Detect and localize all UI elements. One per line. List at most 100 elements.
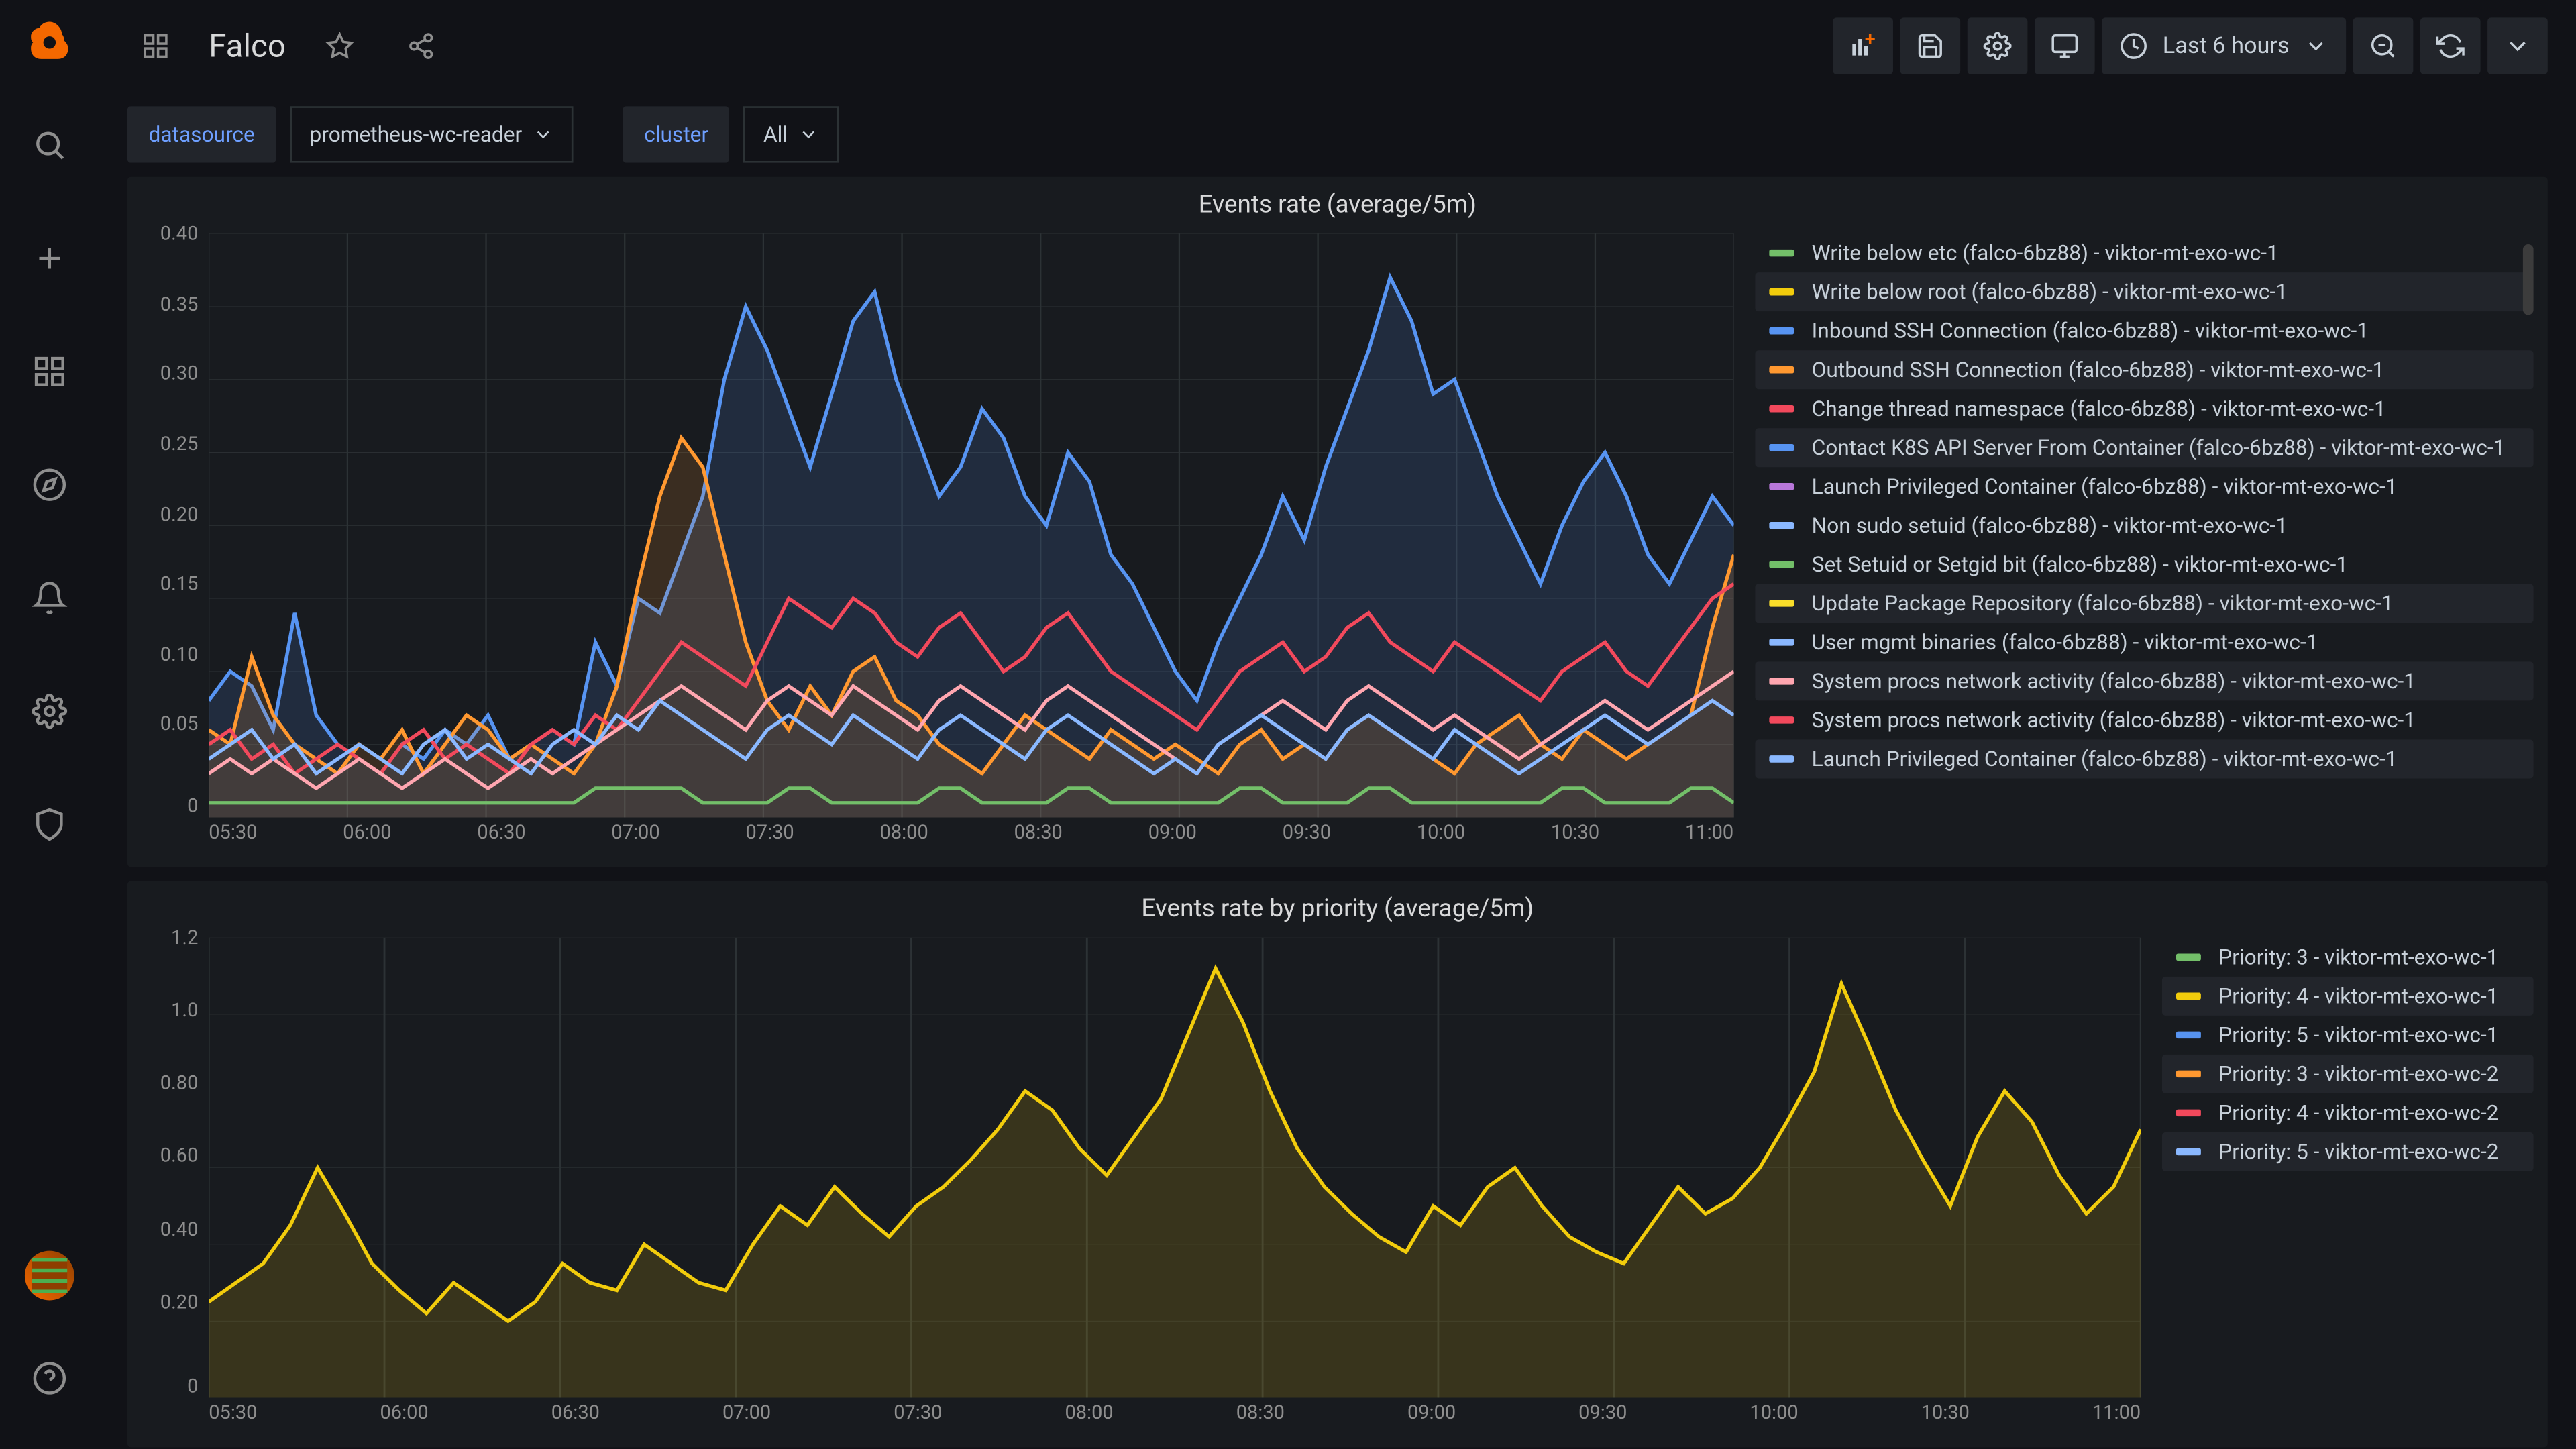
legend-label: System procs network activity (falco-6bz… — [1812, 669, 2416, 694]
legend-item[interactable]: Contact K8S API Server From Container (f… — [1755, 428, 2533, 467]
legend-swatch — [2176, 993, 2201, 1000]
legend-item[interactable]: Priority: 5 - viktor-mt-exo-wc-2 — [2162, 1132, 2534, 1171]
legend-swatch — [1769, 716, 1794, 724]
legend-item[interactable]: User mgmt binaries (falco-6bz88) - vikto… — [1755, 623, 2533, 661]
time-range-label: Last 6 hours — [2163, 33, 2290, 60]
legend-item[interactable]: Priority: 5 - viktor-mt-exo-wc-1 — [2162, 1016, 2534, 1055]
chevron-down-icon — [798, 124, 820, 146]
legend-swatch — [1769, 327, 1794, 335]
alerting-icon[interactable] — [14, 563, 85, 633]
var-cluster-value[interactable]: All — [744, 106, 839, 162]
legend-item[interactable]: Write below etc (falco-6bz88) - viktor-m… — [1755, 233, 2533, 272]
legend-item[interactable]: System procs network activity (falco-6bz… — [1755, 661, 2533, 700]
legend-label: Launch Privileged Container (falco-6bz88… — [1812, 474, 2398, 499]
legend-swatch — [1769, 366, 1794, 374]
legend-label: Write below etc (falco-6bz88) - viktor-m… — [1812, 241, 2279, 266]
save-button[interactable] — [1900, 17, 1961, 74]
explore-icon[interactable] — [14, 449, 85, 520]
settings-button[interactable] — [1968, 17, 2029, 74]
legend-item[interactable]: Priority: 3 - viktor-mt-exo-wc-2 — [2162, 1055, 2534, 1093]
legend-item[interactable]: Outbound SSH Connection (falco-6bz88) - … — [1755, 350, 2533, 389]
plus-icon[interactable] — [14, 223, 85, 293]
refresh-interval-button[interactable] — [2487, 17, 2548, 74]
star-icon[interactable] — [311, 17, 367, 74]
legend-label: Outbound SSH Connection (falco-6bz88) - … — [1812, 358, 2385, 382]
legend-swatch — [1769, 444, 1794, 451]
monitor-button[interactable] — [2035, 17, 2096, 74]
var-datasource-label: datasource — [127, 106, 276, 162]
legend-label: User mgmt binaries (falco-6bz88) - vikto… — [1812, 630, 2318, 655]
legend-label: Priority: 4 - viktor-mt-exo-wc-2 — [2218, 1100, 2498, 1125]
legend-label: Set Setuid or Setgid bit (falco-6bz88) -… — [1812, 552, 2348, 577]
panel-title: Events rate (average/5m) — [127, 177, 2548, 227]
add-panel-button[interactable] — [1833, 17, 1894, 74]
legend-label: Contact K8S API Server From Container (f… — [1812, 435, 2506, 460]
legend-swatch — [1769, 678, 1794, 685]
refresh-button[interactable] — [2420, 17, 2481, 74]
chart-events-by-priority[interactable]: 1.21.00.800.600.400.200 05:3006:0006:300… — [142, 938, 2141, 1433]
legend-label: System procs network activity (falco-6bz… — [1812, 708, 2416, 733]
panel-events-rate: Events rate (average/5m) 0.400.350.300.2… — [127, 177, 2548, 867]
time-range-picker[interactable]: Last 6 hours — [2102, 17, 2346, 74]
legend-swatch — [1769, 405, 1794, 413]
legend-item[interactable]: Launch Privileged Container (falco-6bz88… — [1755, 739, 2533, 778]
legend-item[interactable]: Priority: 4 - viktor-mt-exo-wc-2 — [2162, 1093, 2534, 1132]
legend-events-by-priority: Priority: 3 - viktor-mt-exo-wc-1 Priority… — [2162, 938, 2534, 1433]
legend-swatch — [2176, 1110, 2201, 1117]
scrollbar[interactable] — [2523, 244, 2534, 315]
legend-item[interactable]: Priority: 3 - viktor-mt-exo-wc-1 — [2162, 938, 2534, 977]
legend-swatch — [2176, 1071, 2201, 1078]
legend-label: Write below root (falco-6bz88) - viktor-… — [1812, 280, 2288, 305]
legend-swatch — [1769, 639, 1794, 646]
chevron-down-icon — [2304, 34, 2328, 58]
legend-label: Inbound SSH Connection (falco-6bz88) - v… — [1812, 319, 2369, 343]
sidebar — [0, 0, 99, 1449]
legend-item[interactable]: System procs network activity (falco-6bz… — [1755, 700, 2533, 739]
legend-swatch — [2176, 954, 2201, 961]
chevron-down-icon — [533, 124, 554, 146]
legend-label: Priority: 3 - viktor-mt-exo-wc-2 — [2218, 1061, 2498, 1086]
legend-swatch — [1769, 755, 1794, 763]
legend-item[interactable]: Change thread namespace (falco-6bz88) - … — [1755, 389, 2533, 428]
panel-events-by-priority: Events rate by priority (average/5m) 1.2… — [127, 881, 2548, 1447]
chart-events-rate[interactable]: 0.400.350.300.250.200.150.100.050 05:300… — [142, 233, 1734, 853]
legend-label: Priority: 4 - viktor-mt-exo-wc-1 — [2218, 983, 2498, 1008]
legend-item[interactable]: Set Setuid or Setgid bit (falco-6bz88) -… — [1755, 545, 2533, 584]
legend-label: Non sudo setuid (falco-6bz88) - viktor-m… — [1812, 513, 2288, 538]
configuration-icon[interactable] — [14, 676, 85, 746]
legend-label: Priority: 3 - viktor-mt-exo-wc-1 — [2218, 945, 2498, 969]
legend-item[interactable]: Non sudo setuid (falco-6bz88) - viktor-m… — [1755, 506, 2533, 545]
var-datasource-value[interactable]: prometheus-wc-reader — [290, 106, 574, 162]
legend-item[interactable]: Update Package Repository (falco-6bz88) … — [1755, 584, 2533, 623]
panel-title: Events rate by priority (average/5m) — [127, 881, 2548, 930]
shield-icon[interactable] — [14, 789, 85, 859]
zoom-out-button[interactable] — [2353, 17, 2414, 74]
legend-events-rate: Write below etc (falco-6bz88) - viktor-m… — [1755, 233, 2533, 853]
grafana-logo[interactable] — [25, 17, 74, 67]
help-icon[interactable] — [14, 1343, 85, 1413]
legend-swatch — [1769, 522, 1794, 529]
var-cluster: cluster — [623, 106, 730, 162]
dashboards-icon[interactable] — [14, 336, 85, 407]
topbar: Falco Last 6 hours — [99, 0, 2576, 92]
legend-label: Update Package Repository (falco-6bz88) … — [1812, 591, 2394, 616]
legend-swatch — [1769, 600, 1794, 607]
legend-item[interactable]: Launch Privileged Container (falco-6bz88… — [1755, 467, 2533, 506]
legend-label: Launch Privileged Container (falco-6bz88… — [1812, 747, 2398, 771]
avatar[interactable] — [25, 1251, 74, 1301]
page-title[interactable]: Falco — [209, 28, 286, 64]
legend-swatch — [2176, 1032, 2201, 1039]
variables-row: datasource prometheus-wc-reader cluster … — [99, 92, 2576, 177]
search-icon[interactable] — [14, 110, 85, 180]
legend-item[interactable]: Priority: 4 - viktor-mt-exo-wc-1 — [2162, 977, 2534, 1016]
legend-item[interactable]: Write below root (falco-6bz88) - viktor-… — [1755, 272, 2533, 311]
dashboards-nav-icon[interactable] — [127, 17, 184, 74]
var-datasource: datasource — [127, 106, 276, 162]
legend-label: Change thread namespace (falco-6bz88) - … — [1812, 396, 2386, 421]
legend-swatch — [1769, 288, 1794, 296]
legend-swatch — [1769, 250, 1794, 257]
legend-item[interactable]: Inbound SSH Connection (falco-6bz88) - v… — [1755, 311, 2533, 350]
var-cluster-label: cluster — [623, 106, 730, 162]
share-icon[interactable] — [392, 17, 448, 74]
legend-label: Priority: 5 - viktor-mt-exo-wc-1 — [2218, 1022, 2498, 1047]
